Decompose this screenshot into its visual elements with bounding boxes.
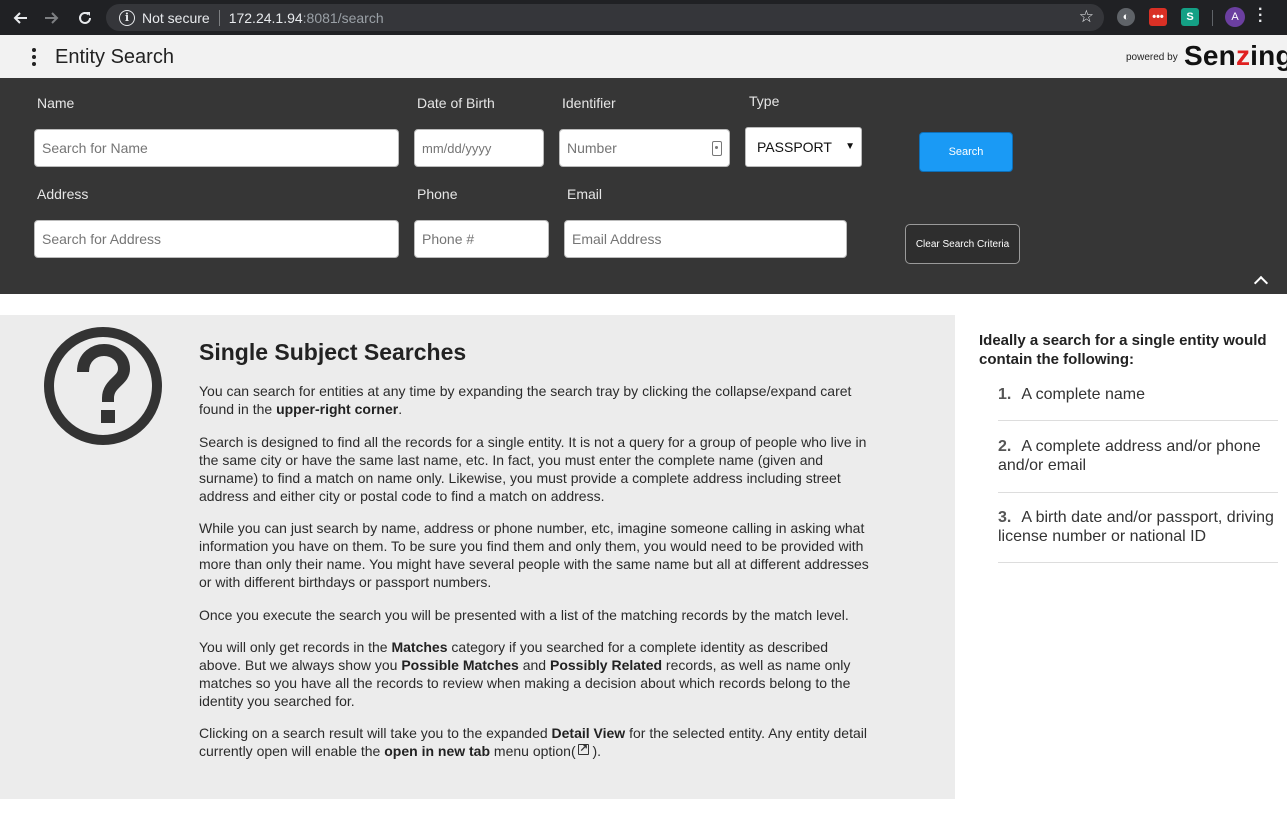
address-input[interactable]: Search for Address — [34, 220, 399, 258]
criteria-item: 3. A birth date and/or passport, driving … — [998, 508, 1278, 563]
browser-menu-icon[interactable]: · · · — [1258, 2, 1263, 30]
help-p6-text-a: Clicking on a search result will take yo… — [199, 725, 552, 741]
extension-icon-3[interactable]: S — [1181, 8, 1199, 26]
criteria-text: A birth date and/or passport, driving li… — [998, 509, 1274, 545]
question-circle-icon — [44, 327, 162, 445]
collapse-caret-icon[interactable] — [1254, 274, 1268, 288]
help-p6-text-f: ). — [592, 743, 602, 759]
bookmark-star-icon[interactable]: ☆ — [1079, 7, 1094, 27]
criteria-number: 3. — [998, 509, 1012, 526]
name-input[interactable]: Search for Name — [34, 129, 399, 167]
help-p5-bold-matches: Matches — [391, 639, 448, 655]
address-placeholder: Search for Address — [42, 231, 162, 247]
help-title: Single Subject Searches — [199, 339, 467, 365]
back-icon[interactable] — [4, 0, 36, 35]
extension-icon-2[interactable]: ••• — [1149, 8, 1167, 26]
search-button[interactable]: Search — [919, 132, 1013, 172]
clear-search-button[interactable]: Clear Search Criteria — [905, 224, 1020, 264]
url-host: 172.24.1.94 — [228, 9, 303, 26]
help-paragraph-1: You can search for entities at any time … — [199, 382, 869, 418]
criteria-number: 2. — [998, 438, 1012, 455]
name-label: Name — [37, 95, 75, 111]
criteria-number: 1. — [998, 386, 1012, 403]
email-placeholder: Email Address — [572, 231, 662, 247]
powered-by-label: powered by — [1126, 52, 1178, 63]
help-p1-end: . — [398, 401, 403, 417]
browser-toolbar: i Not secure 172.24.1.94:8081/search ☆ ◐… — [0, 0, 1287, 35]
extension-icon-1[interactable]: ◐ — [1117, 8, 1135, 26]
senzing-logo: Senzing — [1184, 40, 1287, 72]
info-icon[interactable]: i — [119, 9, 135, 26]
type-select-value: PASSPORT — [757, 139, 832, 155]
email-label: Email — [567, 186, 603, 202]
help-paragraph-5: You will only get records in the Matches… — [199, 638, 869, 710]
logo-text-end: ing — [1250, 40, 1287, 71]
security-label: Not secure — [142, 9, 210, 26]
help-p5-text-e: and — [518, 657, 550, 673]
id-card-icon — [712, 141, 722, 156]
criteria-text: A complete name — [1021, 386, 1145, 403]
phone-input[interactable]: Phone # — [414, 220, 549, 258]
type-label: Type — [749, 93, 780, 109]
logo-text-start: Sen — [1184, 40, 1236, 71]
url-path: :8081/search — [302, 9, 384, 26]
identifier-label: Identifier — [562, 95, 616, 111]
help-p5-text-a: You will only get records in the — [199, 639, 392, 655]
help-p5-bold-possible: Possible Matches — [401, 657, 519, 673]
forward-icon[interactable] — [36, 0, 68, 35]
dob-placeholder: mm/dd/yyyy — [422, 140, 492, 156]
app-header: Entity Search powered by Senzing — [0, 35, 1287, 78]
page-title: Entity Search — [55, 46, 174, 68]
phone-placeholder: Phone # — [422, 231, 475, 247]
search-tray: Name Search for Name Date of Birth mm/dd… — [0, 78, 1287, 294]
help-p6-text-e: menu option( — [490, 743, 576, 759]
kebab-menu-icon[interactable] — [30, 48, 38, 66]
criteria-text: A complete address and/or phone and/or e… — [998, 438, 1261, 474]
criteria-item: 1. A complete name — [998, 385, 1278, 421]
reload-icon[interactable] — [69, 0, 101, 35]
help-p5-bold-related: Possibly Related — [549, 657, 663, 673]
address-bar[interactable]: i Not secure 172.24.1.94:8081/search ☆ — [106, 4, 1104, 31]
phone-label: Phone — [417, 186, 458, 202]
omnibox-divider — [218, 9, 220, 26]
address-label: Address — [37, 186, 89, 202]
help-p6-bold-detail: Detail View — [551, 725, 626, 741]
logo-text-z: z — [1235, 40, 1251, 71]
identifier-input[interactable]: Number — [559, 129, 730, 167]
profile-avatar[interactable]: A — [1225, 7, 1245, 27]
dropdown-caret-icon: ▼ — [845, 141, 855, 152]
criteria-heading: Ideally a search for a single entity wou… — [979, 332, 1267, 368]
dob-input[interactable]: mm/dd/yyyy — [414, 129, 544, 167]
help-p6-bold-newtab: open in new tab — [384, 743, 491, 759]
identifier-placeholder: Number — [567, 140, 617, 156]
help-paragraph-3: While you can just search by name, addre… — [199, 520, 869, 590]
help-p1-bold: upper-right corner — [276, 401, 399, 417]
email-input[interactable]: Email Address — [564, 220, 847, 258]
type-select[interactable]: PASSPORT ▼ — [745, 127, 862, 167]
help-paragraph-6: Clicking on a search result will take yo… — [199, 724, 869, 760]
dob-label: Date of Birth — [417, 95, 495, 111]
toolbar-divider — [1212, 10, 1213, 26]
criteria-item: 2. A complete address and/or phone and/or… — [998, 437, 1278, 493]
name-placeholder: Search for Name — [42, 140, 148, 156]
open-in-new-tab-icon — [577, 740, 589, 758]
help-paragraph-4: Once you execute the search you will be … — [199, 607, 849, 623]
help-paragraph-2: Search is designed to find all the recor… — [199, 434, 867, 504]
